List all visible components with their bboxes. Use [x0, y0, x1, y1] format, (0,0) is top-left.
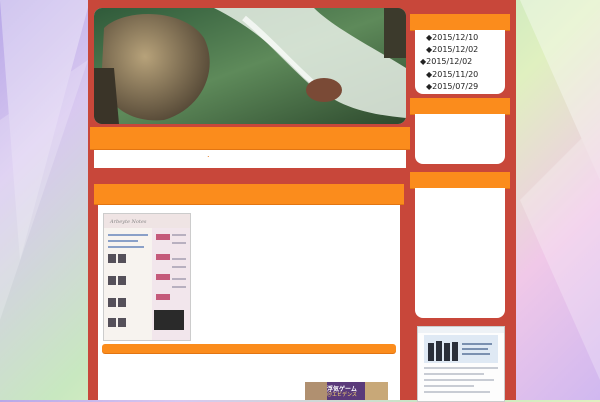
main-title-bar [90, 127, 410, 149]
archive-link-2[interactable]: ◆2015/12/02 [426, 45, 478, 54]
sidebar-archive-header [410, 14, 510, 30]
main-intro-box [94, 150, 406, 168]
dot-marker: . [207, 150, 210, 159]
archive-link-1[interactable]: ◆2015/12/10 [426, 33, 478, 42]
sidebar-widget2-header [410, 98, 510, 114]
post-footer-bar [102, 344, 396, 353]
archive-link-3[interactable]: ◆2015/12/02 [420, 57, 472, 66]
archive-link-5[interactable]: ◆2015/07/29 [426, 82, 478, 91]
post-title-bar [94, 184, 404, 204]
game-ad-subtitle: ＠エビデンス [327, 392, 357, 398]
header-image [94, 8, 406, 124]
blog-screenshot-thumbnail[interactable]: Arbeyte Notes [103, 213, 191, 341]
archive-link-4[interactable]: ◆2015/11/20 [426, 70, 478, 79]
sidebar-widget3-header [410, 172, 510, 188]
sidebar-ad-image[interactable] [417, 326, 505, 402]
game-ad-banner[interactable]: 浮気ゲーム ＠エビデンス [305, 382, 388, 400]
sidebar-widget2-box [415, 114, 505, 164]
svg-text:Arbeyte Notes: Arbeyte Notes [109, 219, 147, 225]
sidebar-widget3-box [415, 188, 505, 318]
